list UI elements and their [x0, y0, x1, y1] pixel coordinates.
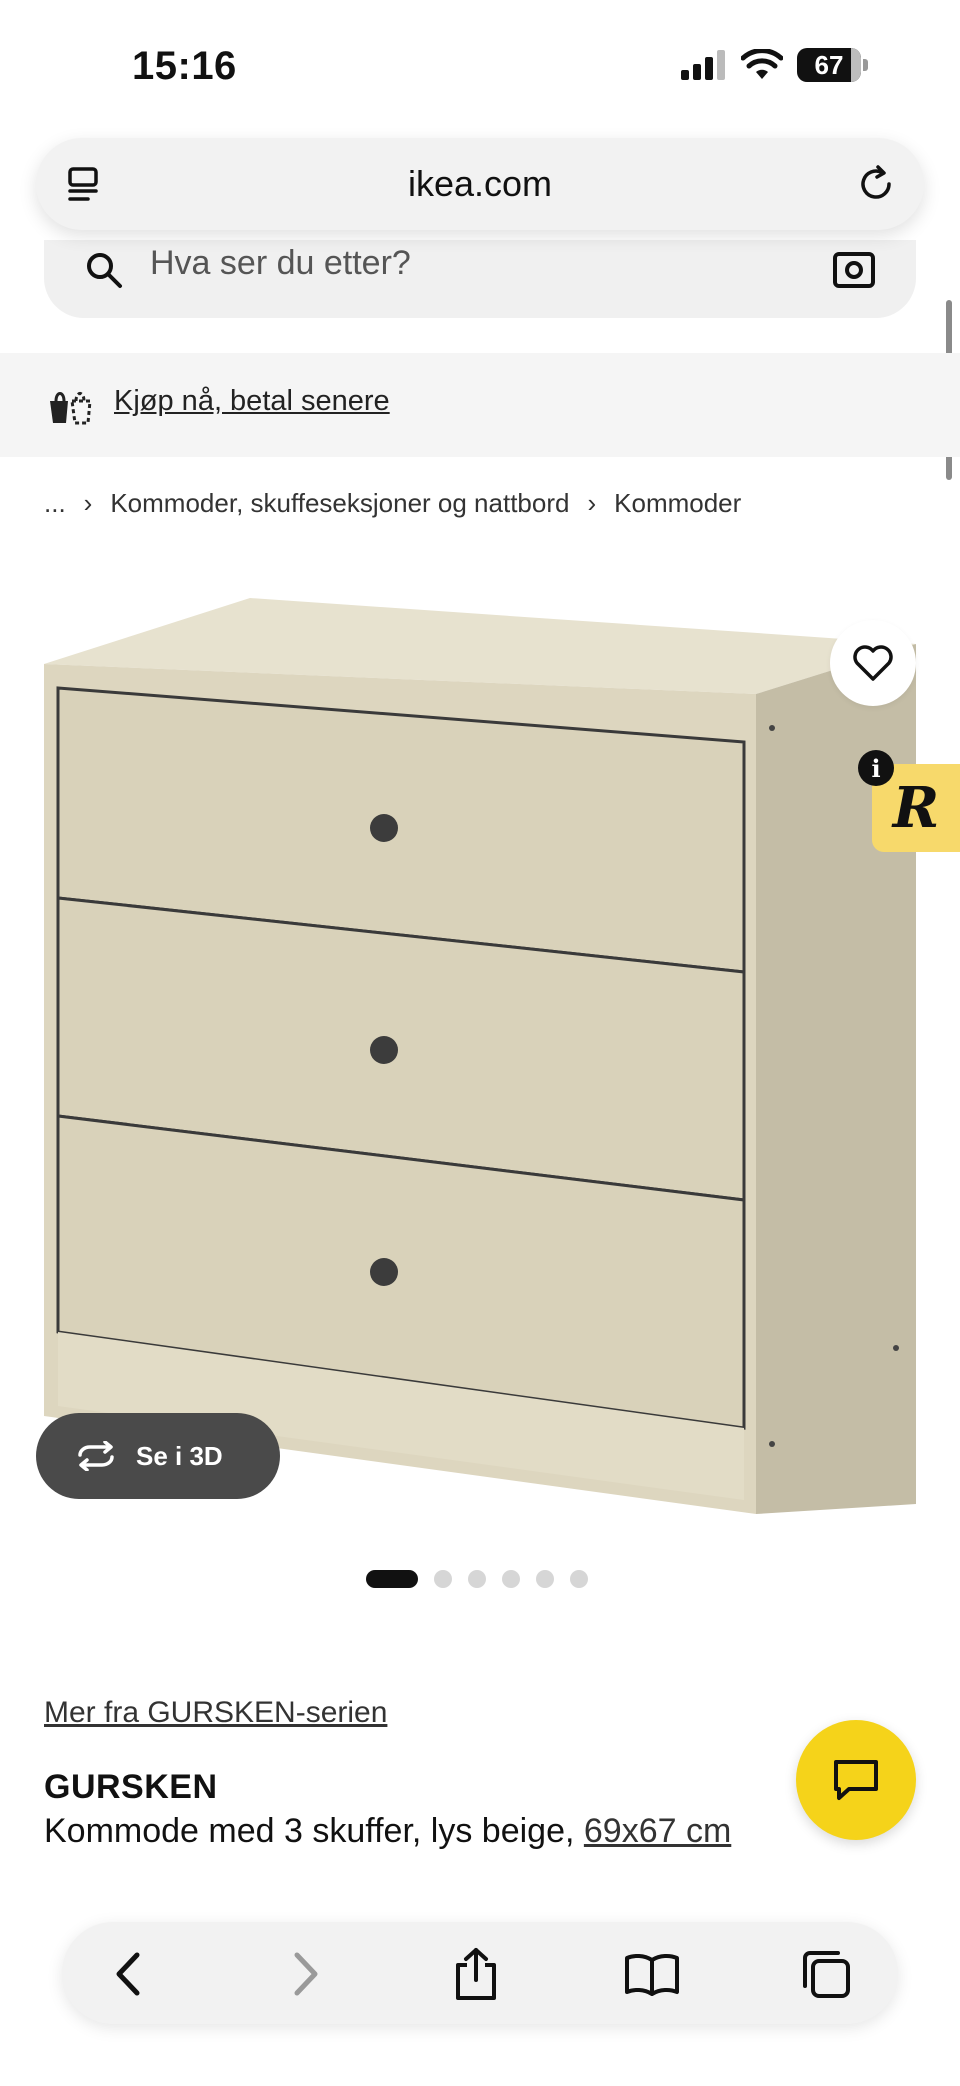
gallery-dot[interactable]	[502, 1570, 520, 1588]
product-image[interactable]	[0, 560, 960, 1540]
chevron-left-icon	[116, 1952, 140, 1996]
tabs-button[interactable]	[796, 1944, 856, 2004]
wifi-icon	[741, 49, 783, 79]
heart-icon	[853, 645, 893, 681]
gallery-dot-active[interactable]	[366, 1570, 418, 1588]
gallery-dot[interactable]	[570, 1570, 588, 1588]
drawer-knob	[370, 1036, 398, 1064]
forward-button[interactable]	[276, 1944, 336, 2004]
favorite-button[interactable]	[830, 620, 916, 706]
search-icon	[87, 253, 122, 288]
view-3d-button[interactable]: Se i 3D	[36, 1413, 280, 1499]
drawer-knob	[370, 814, 398, 842]
page-menu-icon[interactable]	[66, 166, 104, 204]
tabs-icon	[803, 1951, 850, 1998]
breadcrumb-ellipsis[interactable]: ...	[44, 488, 66, 519]
status-icons: 67	[681, 48, 868, 82]
reload-icon[interactable]	[856, 164, 896, 204]
book-icon	[625, 1953, 679, 1996]
status-time: 15:16	[132, 44, 237, 88]
product-size-link[interactable]: 69x67 cm	[584, 1812, 731, 1850]
battery-icon: 67	[797, 48, 861, 82]
camera-search-icon[interactable]	[832, 246, 876, 290]
chevron-right-icon	[294, 1952, 318, 1996]
view-3d-label: Se i 3D	[136, 1440, 223, 1471]
bnpl-banner: Kjøp nå, betal senere	[0, 353, 960, 457]
share-icon	[456, 1948, 496, 2000]
chat-button[interactable]	[796, 1720, 916, 1840]
chat-icon	[834, 1760, 878, 1800]
breadcrumb-item-category[interactable]: Kommoder, skuffeseksjoner og nattbord	[110, 488, 569, 519]
product-description-text: Kommode med 3 skuffer, lys beige,	[44, 1812, 575, 1850]
url-text[interactable]: ikea.com	[408, 163, 552, 205]
breadcrumb-item-current[interactable]: Kommoder	[614, 488, 741, 519]
url-bar[interactable]: ikea.com	[36, 138, 924, 230]
search-bar[interactable]: Hva ser du etter?	[44, 240, 916, 318]
cellular-signal-icon	[681, 50, 725, 80]
gallery-pagination[interactable]	[366, 1570, 588, 1588]
drawer-knob	[370, 1258, 398, 1286]
shopping-bag-icon	[50, 392, 92, 425]
breadcrumb: ... › Kommoder, skuffeseksjoner og nattb…	[44, 488, 741, 519]
bookmarks-button[interactable]	[622, 1944, 682, 2004]
rotate-3d-icon	[78, 1441, 114, 1471]
search-input[interactable]: Hva ser du etter?	[150, 244, 411, 283]
gallery-dot[interactable]	[468, 1570, 486, 1588]
product-name: GURSKEN	[44, 1768, 218, 1806]
product-description: Kommode med 3 skuffer, lys beige, 69x67 …	[44, 1812, 731, 1851]
back-button[interactable]	[98, 1944, 158, 2004]
battery-level: 67	[814, 49, 844, 80]
gallery-dot[interactable]	[536, 1570, 554, 1588]
chevron-right-icon: ›	[587, 488, 597, 518]
info-icon[interactable]: i	[858, 750, 894, 786]
bnpl-link[interactable]: Kjøp nå, betal senere	[114, 385, 390, 418]
chevron-right-icon: ›	[83, 488, 93, 518]
series-link[interactable]: Mer fra GURSKEN-serien	[44, 1696, 387, 1730]
browser-toolbar	[62, 1922, 898, 2024]
share-button[interactable]	[446, 1944, 506, 2004]
gallery-dot[interactable]	[434, 1570, 452, 1588]
